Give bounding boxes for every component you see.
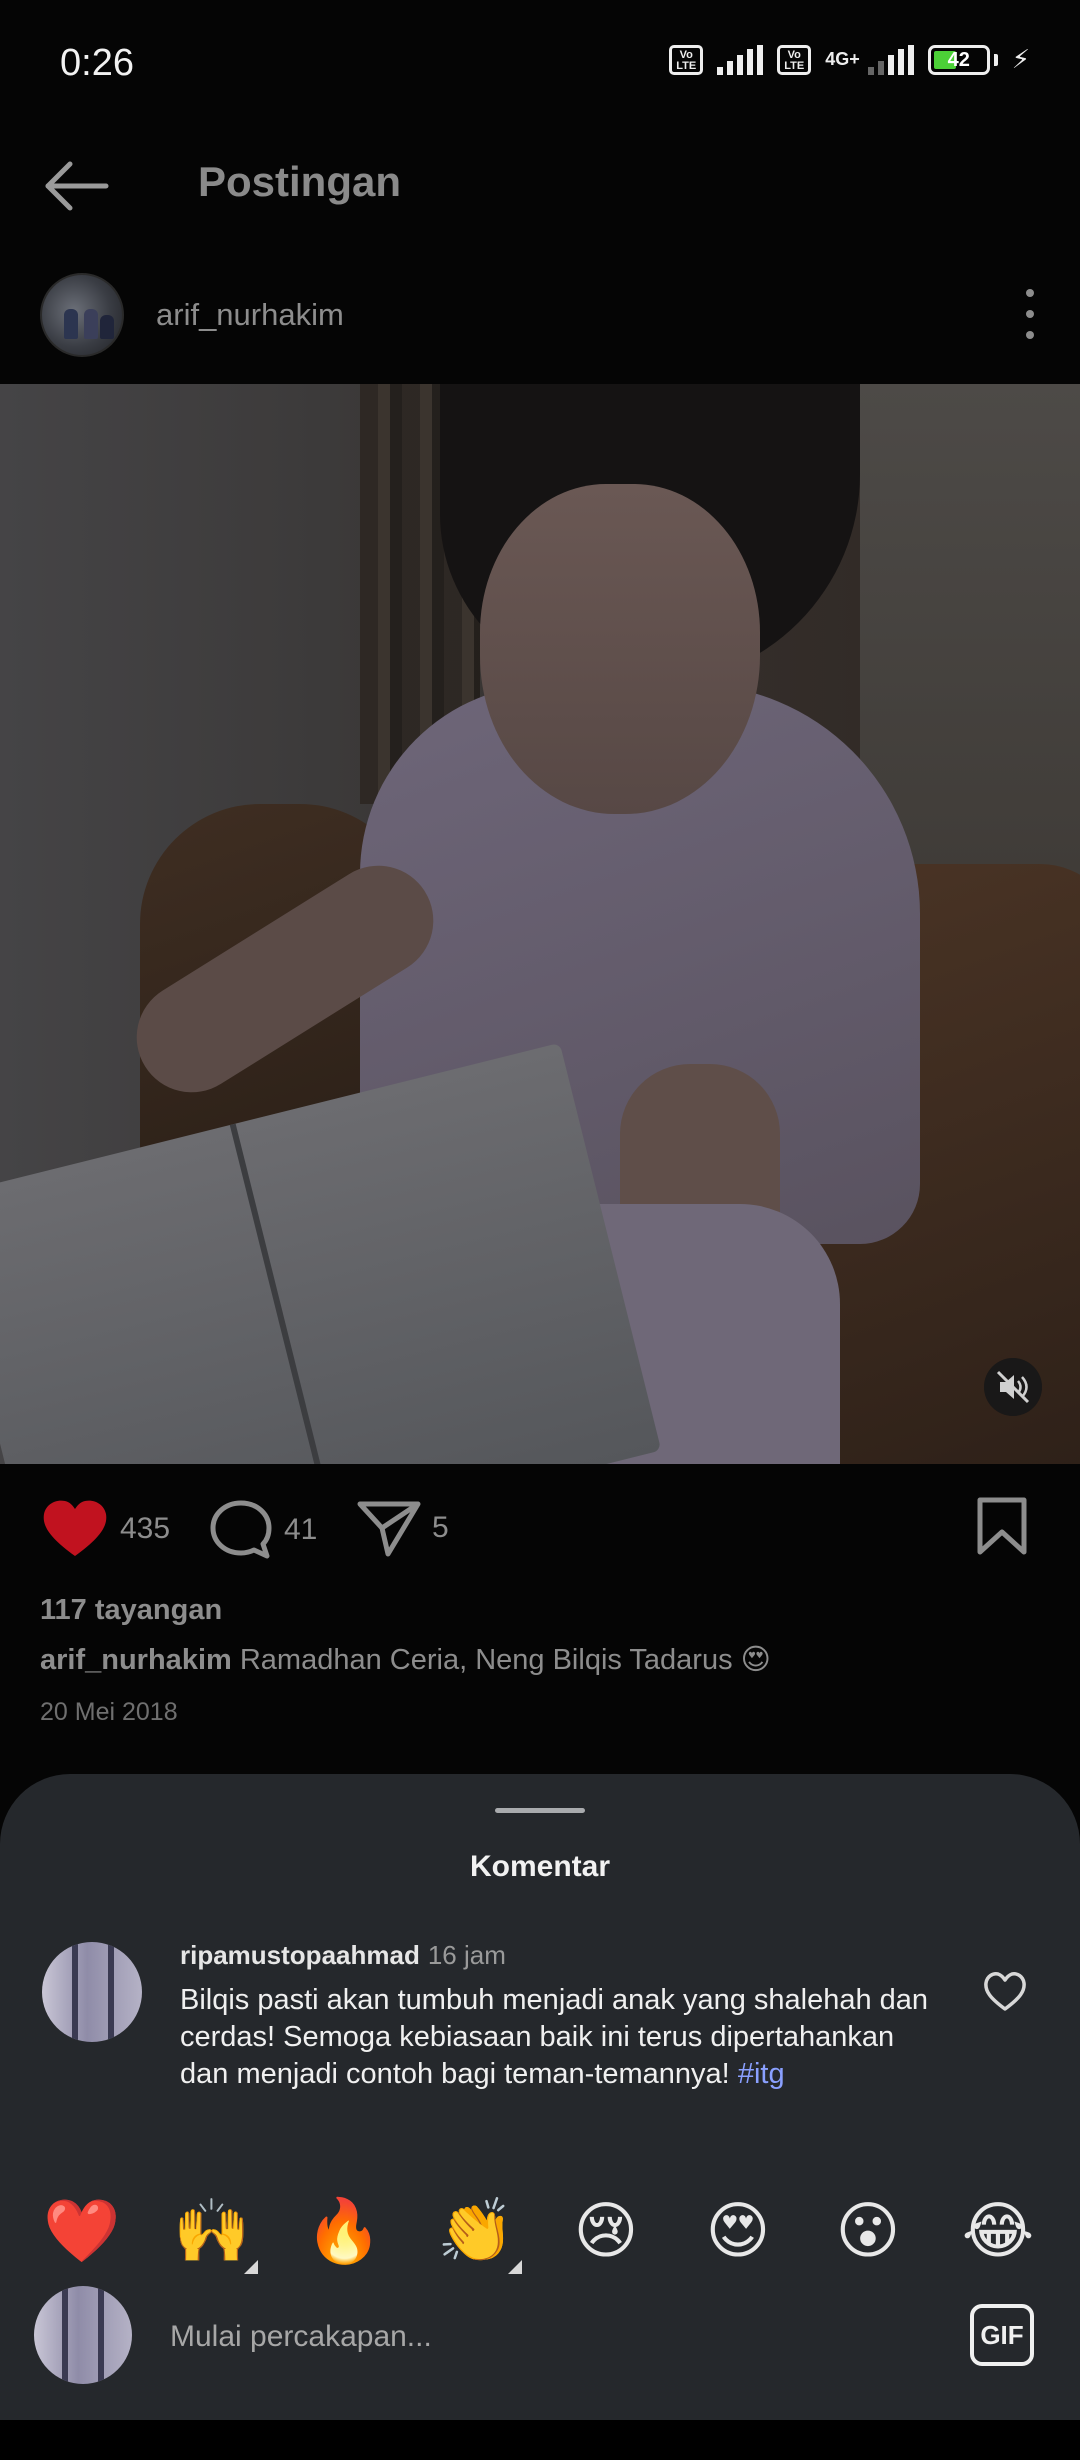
skin-tone-indicator: [508, 2260, 522, 2274]
author-avatar[interactable]: [40, 273, 124, 357]
comment-icon[interactable]: [208, 1498, 274, 1562]
reaction-clap-emoji: 👏: [437, 2197, 515, 2266]
network-type: 4G+: [825, 49, 860, 69]
battery-icon: 42: [927, 44, 990, 75]
sheet-title: Komentar: [469, 1850, 611, 1883]
volte-icon: Vo LTE: [777, 44, 812, 75]
drag-handle[interactable]: [495, 1808, 585, 1813]
skin-tone-indicator: [244, 2260, 258, 2274]
comment-count: 41: [284, 1513, 318, 1546]
reaction-fire[interactable]: 🔥: [304, 2192, 384, 2272]
post-actions: 435 41 5: [0, 1484, 1080, 1574]
share-action[interactable]: 5: [356, 1498, 449, 1558]
like-count: 435: [120, 1512, 171, 1545]
reaction-clap[interactable]: 👏: [436, 2192, 522, 2274]
post-caption: arif_nurhakim Ramadhan Ceria, Neng Bilqi…: [40, 1642, 771, 1677]
caption-username[interactable]: arif_nurhakim: [40, 1644, 232, 1676]
send-icon[interactable]: [356, 1498, 422, 1558]
battery-level: 42: [947, 48, 970, 71]
comment-input[interactable]: [170, 2310, 930, 2364]
signal-icon: [867, 44, 914, 75]
app-header: Postingan: [0, 130, 1080, 240]
share-count: 5: [432, 1511, 449, 1544]
post-date: 20 Mei 2018: [40, 1698, 178, 1726]
reaction-laughing[interactable]: 😂: [958, 2192, 1038, 2272]
reaction-raised-hands-emoji: 🙌: [173, 2197, 251, 2266]
comment-header: ripamustopaahmad 16 jam: [180, 1940, 506, 1971]
author-username[interactable]: arif_nurhakim: [156, 297, 344, 333]
bookmark-icon[interactable]: [976, 1496, 1028, 1556]
caption-text: Ramadhan Ceria, Neng Bilqis Tadarus 😍: [239, 1644, 771, 1676]
charging-icon: ⚡: [1011, 44, 1030, 74]
gif-button[interactable]: GIF: [970, 2304, 1034, 2366]
comments-sheet: Komentar ripamustopaahmad 16 jam Bilqis p…: [0, 1774, 1080, 2420]
system-nav-bar: [0, 2420, 1080, 2460]
reaction-heart[interactable]: ❤️: [42, 2192, 122, 2272]
more-options-icon[interactable]: [1020, 289, 1040, 339]
comment-time: 16 jam: [427, 1940, 506, 1970]
heart-filled-icon[interactable]: [40, 1498, 110, 1560]
comment-text: Bilqis pasti akan tumbuh menjadi anak ya…: [180, 1982, 940, 2093]
battery-tip: [993, 53, 998, 66]
commenter-username[interactable]: ripamustopaahmad: [180, 1940, 420, 1970]
status-icons: Vo LTE Vo LTE 4G+ 42 ⚡: [669, 44, 1030, 75]
page-title: Postingan: [198, 158, 402, 205]
status-time: 0:26: [60, 42, 134, 84]
comment-action[interactable]: 41: [208, 1498, 317, 1562]
like-action[interactable]: 435: [40, 1498, 170, 1560]
comment-body: Bilqis pasti akan tumbuh menjadi anak ya…: [180, 1984, 929, 2090]
reaction-surprised[interactable]: 😮: [828, 2192, 908, 2272]
comment-heart-icon[interactable]: [982, 1970, 1028, 2012]
back-arrow-icon[interactable]: [42, 156, 112, 216]
reaction-raised-hands[interactable]: 🙌: [172, 2192, 258, 2274]
current-user-avatar: [34, 2286, 132, 2384]
quick-reactions: ❤️ 🙌 🔥 👏 😢 😍 😮 😂: [0, 2184, 1080, 2284]
post-author-row: arif_nurhakim: [0, 265, 1080, 365]
post-video[interactable]: [0, 384, 1080, 1464]
reaction-heart-eyes[interactable]: 😍: [698, 2192, 778, 2272]
volte-icon: Vo LTE: [669, 44, 704, 75]
commenter-avatar[interactable]: [42, 1942, 142, 2042]
signal-icon: [717, 44, 764, 75]
comment-hashtag[interactable]: #itg: [738, 2058, 785, 2090]
view-count: 117 tayangan: [40, 1594, 223, 1626]
status-bar: 0:26 Vo LTE Vo LTE 4G+ 42 ⚡: [0, 0, 1080, 130]
mute-icon[interactable]: [984, 1358, 1042, 1416]
reaction-crying[interactable]: 😢: [566, 2192, 646, 2272]
